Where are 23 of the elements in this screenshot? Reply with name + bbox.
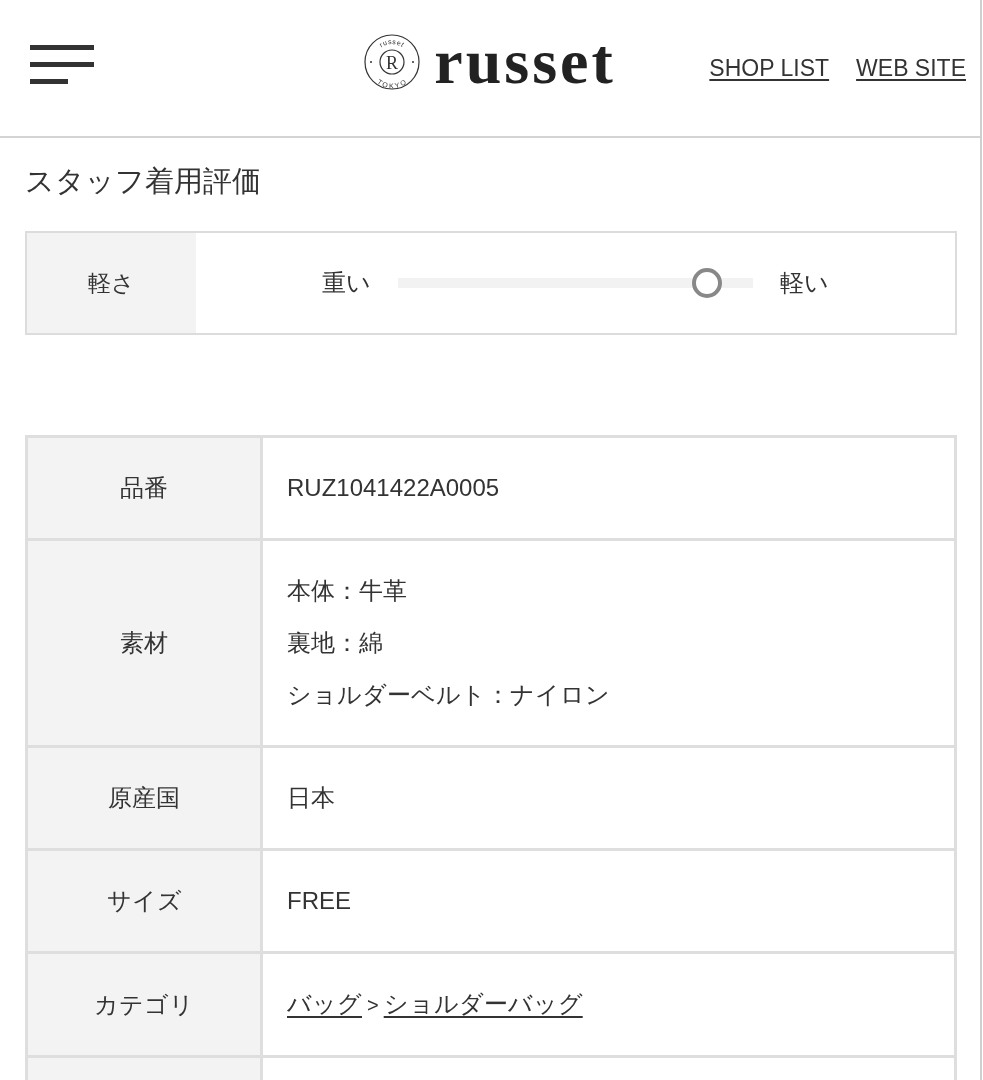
row-label: サイズ	[26, 849, 262, 953]
menu-icon[interactable]	[30, 44, 94, 84]
material-text: 裏地：綿	[287, 628, 384, 658]
category-link[interactable]: ショルダーバッグ	[383, 990, 583, 1017]
category-link[interactable]: バッグ	[287, 990, 362, 1017]
scale-max-label: 軽い	[780, 268, 829, 298]
row-label: 素材	[26, 539, 262, 747]
rating-label: 軽さ	[27, 233, 196, 333]
row-value: 日本	[261, 746, 956, 850]
material-text: ショルダーベルト：ナイロン	[287, 680, 611, 710]
nav-link[interactable]: SHOP LIST	[709, 54, 830, 82]
row-label: 原産国	[26, 746, 262, 850]
row-label: 品番	[26, 436, 262, 540]
material-text: 本体：牛革	[287, 576, 408, 606]
nav-link[interactable]: WEB SITE	[856, 54, 966, 82]
emblem-letter: R	[386, 53, 399, 73]
section-title: スタッフ着用評価	[25, 164, 262, 199]
breadcrumb-separator: >	[367, 994, 379, 1016]
logo-wordmark[interactable]: russet	[434, 30, 616, 94]
row-label: カテゴリ	[26, 952, 262, 1057]
scale-min-label: 重い	[322, 268, 371, 298]
row-value: RUZ1041422A0005	[261, 436, 956, 540]
row-value: FREE	[261, 849, 956, 953]
